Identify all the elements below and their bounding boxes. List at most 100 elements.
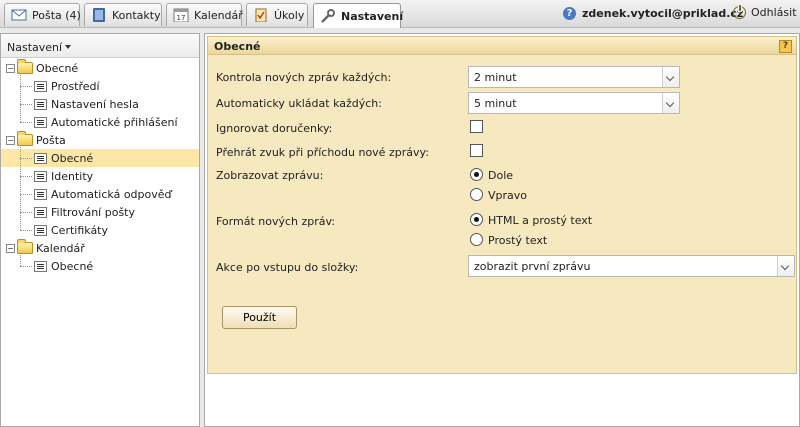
tasks-icon <box>255 8 267 22</box>
collapse-toggle-icon[interactable]: − <box>6 135 15 145</box>
panel-title: Obecné <box>214 40 261 53</box>
tree-item[interactable]: Nastavení hesla <box>1 95 199 113</box>
svg-text:17: 17 <box>177 14 186 22</box>
format-label: Formát nových zpráv: <box>216 215 336 228</box>
radio-format-html-label: HTML a prostý text <box>488 214 593 227</box>
dropdown-caret-icon <box>65 45 72 49</box>
ignore-receipts-label: Ignorovat doručenky: <box>216 122 333 135</box>
tree-item[interactable]: Automatické přihlášení <box>1 113 199 131</box>
sound-checkbox[interactable] <box>470 144 483 157</box>
contacts-icon <box>93 8 105 22</box>
apply-button[interactable]: Použít <box>222 306 297 329</box>
logout-button[interactable]: Odhlásit <box>733 4 797 19</box>
tree-item-label: Identity <box>51 169 94 183</box>
folder-action-value: zobrazit první zprávu <box>474 260 591 273</box>
wrench-icon <box>321 9 335 23</box>
tree-item-label: Pošta <box>36 133 66 147</box>
panel-help-icon[interactable]: ? <box>779 40 792 53</box>
autosave-select[interactable]: 5 minut <box>468 92 680 114</box>
ignore-receipts-checkbox[interactable] <box>470 120 483 133</box>
folder-action-label: Akce po vstupu do složky: <box>216 261 359 274</box>
tree-item[interactable]: Certifikáty <box>1 221 199 239</box>
top-toolbar: Pošta (4) Kontakty 17 Kalendář Úkoly Nas… <box>0 0 800 28</box>
autosave-label: Automaticky ukládat každých: <box>216 97 382 110</box>
tree-item-label: Automatické přihlášení <box>51 115 178 129</box>
tree-connector <box>20 145 21 230</box>
tree-connector <box>20 212 32 213</box>
settings-sidebar: Nastavení − Obecné Prostředí Nastavení hesl… <box>0 33 200 427</box>
tree-connector <box>20 104 32 105</box>
settings-page-icon <box>34 170 47 182</box>
collapse-toggle-icon[interactable]: − <box>6 63 15 73</box>
tree-folder[interactable]: − Kalendář <box>1 239 199 257</box>
tab-settings[interactable]: Nastavení <box>313 3 404 28</box>
tab-calendar-label: Kalendář <box>194 8 243 22</box>
tree-item-label: Kalendář <box>36 241 85 255</box>
calendar-icon: 17 <box>173 8 189 22</box>
tree-connector <box>20 73 21 122</box>
tree-connector <box>20 230 32 231</box>
tree-item[interactable]: Prostředí <box>1 77 199 95</box>
sidebar-title: Nastavení <box>7 41 63 54</box>
mail-icon <box>11 9 27 21</box>
user-info: ? zdenek.vytocil@priklad.cz <box>563 7 743 20</box>
settings-page-icon <box>34 152 47 164</box>
radio-show-right-label: Vpravo <box>488 189 528 202</box>
tree-connector <box>20 86 32 87</box>
help-icon[interactable]: ? <box>563 7 576 20</box>
sound-label: Přehrát zvuk při příchodu nové zprávy: <box>216 146 429 159</box>
tab-tasks-label: Úkoly <box>274 8 305 22</box>
settings-page-icon <box>34 80 47 92</box>
check-interval-value: 2 minut <box>474 71 517 84</box>
radio-format-plain[interactable] <box>470 233 483 246</box>
radio-show-right[interactable] <box>470 188 483 201</box>
tree-item-label: Certifikáty <box>51 223 109 237</box>
logout-label: Odhlásit <box>751 6 797 19</box>
radio-show-bottom[interactable] <box>470 168 483 181</box>
tree-item-label: Obecné <box>51 151 94 165</box>
tab-mail-label: Pošta (4) <box>32 8 81 22</box>
tree-folder[interactable]: − Pošta <box>1 131 199 149</box>
folder-action-select[interactable]: zobrazit první zprávu <box>468 255 795 277</box>
tree-item-label: Obecné <box>51 259 94 273</box>
tree-connector <box>20 158 32 159</box>
tree-item[interactable]: Obecné <box>1 257 199 275</box>
settings-page-icon <box>34 98 47 110</box>
power-icon <box>733 4 746 19</box>
tree-item[interactable]: Identity <box>1 167 199 185</box>
collapse-toggle-icon[interactable]: − <box>6 243 15 253</box>
settings-page-icon <box>34 260 47 272</box>
sidebar-header[interactable]: Nastavení <box>1 34 199 58</box>
tree-folder[interactable]: − Obecné <box>1 59 199 77</box>
chevron-down-icon <box>662 67 679 87</box>
tree-item-label: Prostředí <box>51 79 100 93</box>
panel-header: Obecné ? <box>208 37 796 55</box>
check-interval-select[interactable]: 2 minut <box>468 66 680 88</box>
autosave-value: 5 minut <box>474 97 517 110</box>
tab-tasks[interactable]: Úkoly <box>246 3 308 26</box>
settings-page-icon <box>34 224 47 236</box>
tree-item[interactable]: Filtrování pošty <box>1 203 199 221</box>
radio-format-html[interactable] <box>470 213 483 226</box>
tab-settings-label: Nastavení <box>341 9 404 23</box>
chevron-down-icon <box>662 93 679 113</box>
tree-item-label: Filtrování pošty <box>51 205 136 219</box>
tab-calendar[interactable]: 17 Kalendář <box>166 3 243 26</box>
check-interval-label: Kontrola nových zpráv každých: <box>216 71 392 84</box>
settings-page-icon <box>34 206 47 218</box>
tree-item-label: Automatická odpověď <box>51 187 172 201</box>
tab-mail[interactable]: Pošta (4) <box>4 3 81 26</box>
settings-content: Obecné ? Kontrola nových zpráv každých: … <box>204 33 800 427</box>
tree-item[interactable]: Automatická odpověď <box>1 185 199 203</box>
show-message-label: Zobrazovat zprávu: <box>216 169 324 182</box>
tree-connector <box>20 176 32 177</box>
tree-item-label: Nastavení hesla <box>51 97 139 111</box>
user-email: zdenek.vytocil@priklad.cz <box>582 7 744 20</box>
settings-page-icon <box>34 116 47 128</box>
tab-contacts[interactable]: Kontakty <box>84 3 162 26</box>
tab-contacts-label: Kontakty <box>112 8 161 22</box>
chevron-down-icon <box>777 256 794 276</box>
tree-item[interactable]: Obecné <box>1 149 199 167</box>
tree-connector <box>20 253 21 266</box>
tree-connector <box>20 122 32 123</box>
